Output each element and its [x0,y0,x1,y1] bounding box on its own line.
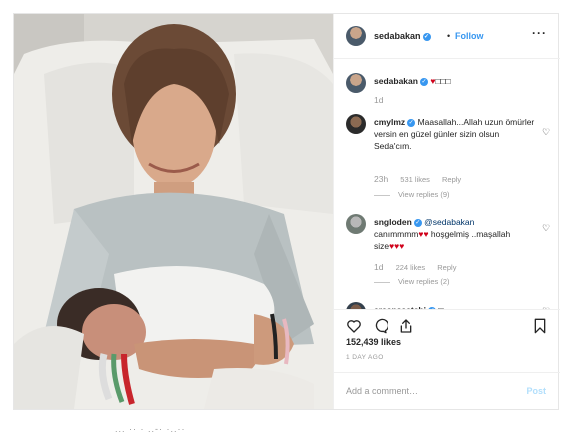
verified-badge-icon: ✓ [422,32,431,41]
commenter-username[interactable]: cmylmz [374,117,405,127]
likes-count[interactable]: 152,439 likes [346,337,401,347]
replies-line [374,281,390,283]
commenter-username[interactable]: sngloden [374,217,412,227]
caption-trail: □□□ [435,76,451,86]
verified-badge-icon: ✓ [407,118,416,127]
caption-time-text: 1d [374,95,384,105]
comment-body: canımmmm [374,229,419,239]
comment-likes[interactable]: 531 likes [400,175,430,184]
commenter-avatar[interactable] [346,214,366,234]
verified-badge-icon: ✓ [419,77,428,86]
comments-list: sedabakan ✓ ♥□□□ 1d cmylmz ✓ Maasallah...A… [334,59,560,309]
author-username-text[interactable]: sedabakan [374,31,421,41]
comment-text: sngloden ✓ @sedabakan canımmmm♥♥ hoşgelmi… [374,216,539,252]
comment-hearts: ♥♥♥ [389,241,405,251]
post-header: sedabakan ✓ • Follow ··· [334,14,560,59]
caption-text: sedabakan ✓ ♥□□□ [374,75,451,87]
view-replies-button[interactable]: View replies (2) [374,277,450,286]
caption-avatar[interactable] [346,73,366,93]
share-icon[interactable] [398,318,414,334]
reply-button[interactable]: Reply [437,263,456,272]
view-replies-text[interactable]: View replies (2) [398,277,450,286]
comment-meta: 1d 224 likes Reply [374,262,466,272]
view-replies-text[interactable]: View replies (9) [398,190,450,199]
caption-username[interactable]: sedabakan [374,76,418,86]
post-photo[interactable] [14,14,333,409]
view-replies-button[interactable]: View replies (9) [374,190,450,199]
comment-icon[interactable] [372,318,388,334]
cropped-caption-text: ... ·· · ..-· ·..·· [115,424,186,434]
add-comment-input[interactable]: Add a comment… [346,386,418,396]
commenter-avatar[interactable] [346,302,366,309]
bookmark-icon[interactable] [532,318,548,334]
comment-meta: 23h 531 likes Reply [374,174,471,184]
post-timestamp: 1 DAY AGO [346,354,384,361]
post-sidebar: sedabakan ✓ • Follow ··· sedabakan ✓ ♥□□□ … [333,14,560,409]
post-comment-button[interactable]: Post [526,386,546,396]
comment-mention[interactable]: @sedabakan [424,217,474,227]
more-dots-icon[interactable]: ··· [532,26,547,40]
comment-time: 1d [374,262,384,272]
post-actions: 152,439 likes 1 DAY AGO Add a comment… P… [334,309,560,410]
instagram-post: sedabakan ✓ • Follow ··· sedabakan ✓ ♥□□□ … [13,13,560,410]
mother-baby-photo [14,14,333,409]
header-separator: • [447,31,451,41]
comment-like-heart-icon[interactable]: ♡ [542,223,550,234]
verified-badge-icon: ✓ [413,218,422,227]
comment-likes[interactable]: 224 likes [396,263,426,272]
reply-button[interactable]: Reply [442,175,461,184]
author-username[interactable]: sedabakan ✓ [374,31,431,41]
replies-line [374,194,390,196]
heart-icon[interactable] [346,318,362,334]
add-comment-bar: Add a comment… Post [334,372,560,411]
comment-text: cmylmz ✓ Maasallah...Allah uzun ömürler v… [374,116,539,152]
comment-hearts: ♥♥ [418,229,429,239]
caption-time: 1d [374,95,393,105]
follow-button[interactable]: Follow [455,31,484,41]
comment-time: 23h [374,174,389,184]
comment-like-heart-icon[interactable]: ♡ [542,127,550,138]
commenter-avatar[interactable] [346,114,366,134]
author-avatar[interactable] [346,26,366,46]
